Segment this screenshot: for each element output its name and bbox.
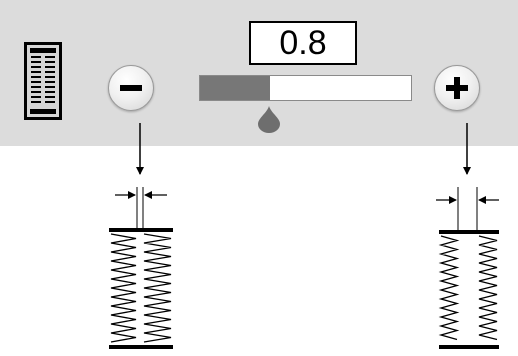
wide-buttonhole-illustration (436, 123, 499, 349)
buttonhole-stitch-icon (24, 42, 62, 120)
stitch-width-value: 0.8 (249, 21, 357, 65)
decrease-width-button[interactable] (108, 65, 154, 111)
increase-width-button[interactable] (434, 65, 480, 111)
stitch-settings-panel: 0.8 (0, 0, 518, 146)
drop-marker-icon (256, 104, 282, 139)
slider-fill (200, 76, 270, 100)
stitch-width-slider[interactable] (199, 75, 412, 101)
plus-icon (446, 77, 468, 99)
minus-icon (120, 85, 142, 91)
narrow-buttonhole-illustration (109, 123, 173, 349)
